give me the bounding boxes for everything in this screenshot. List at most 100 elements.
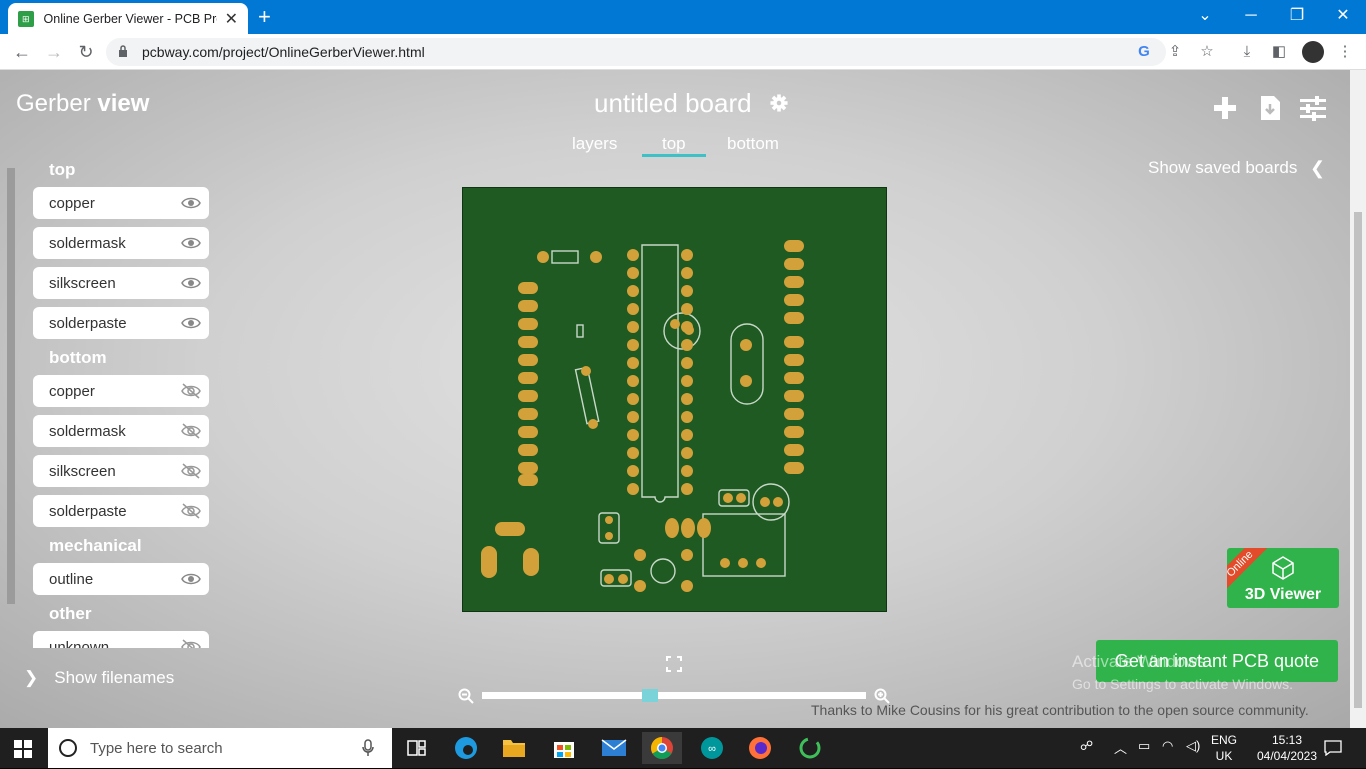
section-other: other bbox=[49, 604, 92, 623]
layers-panel: top copper soldermask silkscreen solderp… bbox=[0, 152, 220, 648]
layer-outline[interactable]: outline bbox=[33, 563, 209, 595]
address-toolbar: ← → ↻ pcbway.com/project/OnlineGerberVie… bbox=[0, 34, 1366, 70]
eye-slash-icon[interactable] bbox=[181, 463, 201, 479]
bookmark-star-icon[interactable]: ☆ bbox=[1198, 43, 1216, 61]
language-indicator[interactable]: ENG UK bbox=[1206, 732, 1242, 764]
menu-kebab-icon[interactable]: ⋮ bbox=[1336, 43, 1354, 61]
board-title[interactable]: untitled board bbox=[594, 88, 752, 119]
download-icon[interactable]: ⤓ bbox=[1238, 43, 1256, 61]
reload-icon[interactable]: ↻ bbox=[74, 40, 98, 64]
page-scrollbar-thumb[interactable] bbox=[1354, 212, 1362, 708]
settings-sliders-icon[interactable] bbox=[1299, 94, 1327, 122]
file-explorer-icon[interactable] bbox=[494, 732, 534, 764]
eye-slash-icon[interactable] bbox=[181, 503, 201, 519]
chrome-icon[interactable] bbox=[642, 732, 682, 764]
fullscreen-icon[interactable] bbox=[666, 656, 682, 672]
tab-close-icon[interactable]: ✕ bbox=[225, 9, 238, 29]
loading-app-icon[interactable] bbox=[790, 732, 830, 764]
layer-bottom-solderpaste[interactable]: solderpaste bbox=[33, 495, 209, 527]
credits-text: Thanks to Mike Cousins for his great con… bbox=[811, 702, 1309, 718]
eye-icon[interactable] bbox=[181, 235, 201, 251]
search-placeholder: Type here to search bbox=[90, 739, 223, 757]
chevron-left-icon[interactable]: ❮ bbox=[1310, 158, 1325, 179]
new-tab-icon[interactable]: + bbox=[258, 4, 271, 30]
back-icon[interactable]: ← bbox=[10, 40, 34, 64]
pcb-board-graphic bbox=[481, 240, 804, 592]
pcbway-favicon-icon: ⊞ bbox=[18, 10, 34, 27]
add-icon[interactable] bbox=[1211, 94, 1239, 122]
pcb-render[interactable] bbox=[462, 187, 887, 612]
taskbar-search-box[interactable]: Type here to search bbox=[48, 728, 392, 768]
minimize-icon[interactable]: ─ bbox=[1228, 0, 1274, 34]
gerber-viewer-page: Gerber view untitled board layers top bo… bbox=[0, 70, 1366, 728]
layer-bottom-soldermask[interactable]: soldermask bbox=[33, 415, 209, 447]
people-icon[interactable]: ☍ bbox=[1080, 738, 1093, 754]
tab-top[interactable]: top bbox=[662, 134, 686, 154]
eye-slash-icon[interactable] bbox=[181, 383, 201, 399]
edge-icon[interactable] bbox=[446, 732, 486, 764]
zoom-slider-thumb[interactable] bbox=[642, 689, 658, 702]
layer-top-solderpaste[interactable]: solderpaste bbox=[33, 307, 209, 339]
task-view-icon[interactable] bbox=[396, 732, 436, 764]
layers-scrollbar[interactable] bbox=[2, 152, 16, 648]
close-window-icon[interactable]: ✕ bbox=[1320, 0, 1366, 34]
section-mechanical: mechanical bbox=[49, 536, 142, 555]
3d-viewer-button[interactable]: Online 3D Viewer bbox=[1227, 548, 1339, 608]
layer-unknown[interactable]: unknown bbox=[33, 631, 209, 648]
eye-icon[interactable] bbox=[181, 275, 201, 291]
eye-icon[interactable] bbox=[181, 571, 201, 587]
tab-search-icon[interactable]: ⌄ bbox=[1182, 0, 1228, 34]
tab-layers[interactable]: layers bbox=[572, 134, 617, 154]
layer-top-soldermask[interactable]: soldermask bbox=[33, 227, 209, 259]
page-scrollbar[interactable] bbox=[1350, 70, 1366, 728]
download-file-icon[interactable] bbox=[1256, 94, 1284, 122]
microsoft-store-icon[interactable] bbox=[544, 732, 584, 764]
section-bottom: bottom bbox=[49, 348, 107, 367]
forward-icon[interactable]: → bbox=[42, 40, 66, 64]
tab-bottom[interactable]: bottom bbox=[727, 134, 779, 154]
url-text: pcbway.com/project/OnlineGerberViewer.ht… bbox=[142, 44, 425, 60]
eye-slash-icon[interactable] bbox=[181, 423, 201, 439]
arduino-icon[interactable]: ∞ bbox=[692, 732, 732, 764]
layer-bottom-silkscreen[interactable]: silkscreen bbox=[33, 455, 209, 487]
windows-taskbar: Type here to search ∞ ☍ ︿ ▭ ◠ ◁) ENG UK 1… bbox=[0, 728, 1366, 768]
microphone-icon[interactable] bbox=[362, 739, 374, 757]
mail-icon[interactable] bbox=[594, 732, 634, 764]
search-icon bbox=[59, 739, 77, 757]
tray-overflow-icon[interactable]: ︿ bbox=[1114, 738, 1127, 757]
3d-viewer-label: 3D Viewer bbox=[1244, 586, 1322, 603]
share-icon[interactable]: ⇪ bbox=[1166, 43, 1184, 61]
layer-bottom-copper[interactable]: copper bbox=[33, 375, 209, 407]
lock-icon bbox=[119, 45, 127, 57]
layers-scrollbar-thumb[interactable] bbox=[7, 168, 15, 604]
volume-icon[interactable]: ◁) bbox=[1186, 738, 1200, 754]
zoom-out-icon[interactable] bbox=[458, 688, 474, 704]
side-panel-icon[interactable]: ◧ bbox=[1270, 43, 1288, 61]
google-icon[interactable]: G bbox=[1135, 43, 1153, 61]
eye-icon[interactable] bbox=[181, 315, 201, 331]
address-field[interactable]: pcbway.com/project/OnlineGerberViewer.ht… bbox=[106, 38, 1166, 66]
active-tab-indicator bbox=[642, 154, 706, 157]
section-top: top bbox=[49, 160, 76, 179]
layer-top-silkscreen[interactable]: silkscreen bbox=[33, 267, 209, 299]
chevron-right-icon: ❯ bbox=[24, 668, 39, 687]
restore-icon[interactable]: ❐ bbox=[1274, 0, 1320, 34]
3d-cube-icon bbox=[1272, 556, 1294, 580]
browser-tab[interactable]: ⊞ Online Gerber Viewer - PCB Proto ✕ bbox=[8, 3, 248, 34]
zoom-slider-track[interactable] bbox=[482, 692, 866, 699]
firefox-icon[interactable] bbox=[740, 732, 780, 764]
eye-icon[interactable] bbox=[181, 195, 201, 211]
show-filenames-toggle[interactable]: ❯ Show filenames bbox=[24, 668, 174, 688]
layer-top-copper[interactable]: copper bbox=[33, 187, 209, 219]
battery-icon[interactable]: ▭ bbox=[1138, 738, 1150, 754]
notifications-icon[interactable] bbox=[1324, 740, 1342, 756]
browser-tabstrip: ⊞ Online Gerber Viewer - PCB Proto ✕ + ⌄… bbox=[0, 0, 1366, 34]
show-saved-boards[interactable]: Show saved boards bbox=[1148, 158, 1297, 178]
svg-text:∞: ∞ bbox=[708, 743, 716, 755]
eye-slash-icon[interactable] bbox=[181, 639, 201, 648]
wifi-icon[interactable]: ◠ bbox=[1162, 738, 1173, 754]
clock[interactable]: 15:13 04/04/2023 bbox=[1256, 732, 1318, 764]
windows-start-icon[interactable] bbox=[14, 740, 32, 758]
gear-icon[interactable] bbox=[770, 94, 788, 112]
profile-avatar[interactable] bbox=[1302, 41, 1324, 63]
